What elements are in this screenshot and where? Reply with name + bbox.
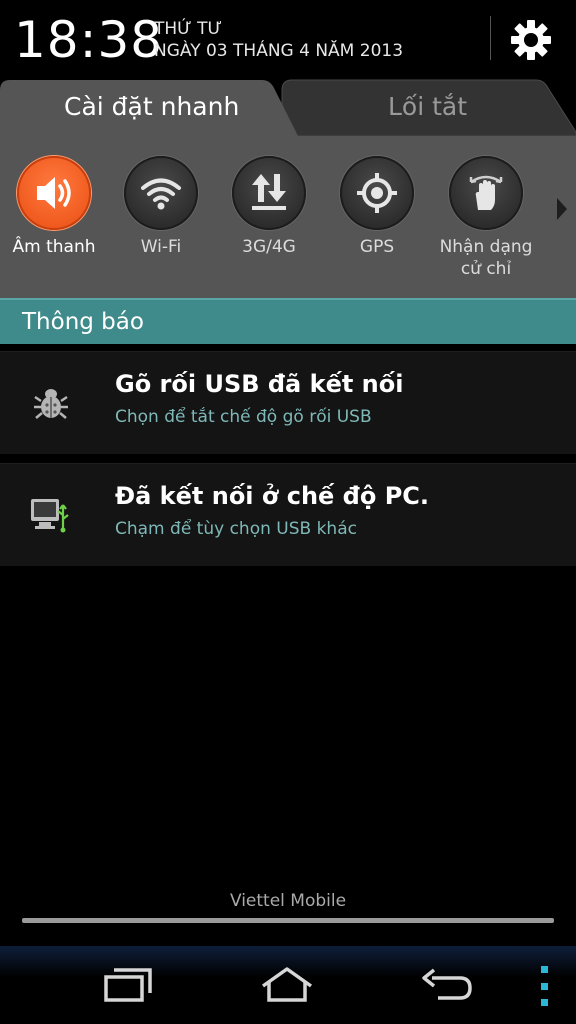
qs-gps-label: GPS (359, 237, 395, 257)
qs-gps[interactable]: GPS (323, 156, 431, 258)
header-divider (490, 16, 491, 60)
qs-sound-label: Âm thanh (12, 237, 96, 257)
date: NGÀY 03 THÁNG 4 NĂM 2013 (154, 41, 404, 61)
date-block: THỨ TƯ NGÀY 03 THÁNG 4 NĂM 2013 (154, 18, 403, 62)
settings-button[interactable] (504, 13, 558, 67)
clock: 18:38 (14, 11, 164, 69)
recent-apps-button[interactable] (88, 960, 168, 1010)
recent-apps-icon (104, 968, 152, 1002)
qs-wifi-toggle[interactable] (124, 156, 198, 230)
home-button[interactable] (247, 960, 327, 1010)
panel-drag-handle[interactable] (22, 918, 554, 923)
carrier-label: Viettel Mobile (229, 891, 347, 911)
qs-gesture-label: Nhận dạng cử chỉ (439, 237, 533, 279)
qs-sound-toggle[interactable] (17, 156, 91, 230)
qs-sound[interactable]: Âm thanh (0, 156, 108, 258)
wifi-icon (141, 178, 181, 210)
notification-icon (28, 380, 74, 426)
notification-usb-debug[interactable]: Gõ rối USB đã kết nối Chọn để tắt chế độ… (0, 351, 576, 454)
usb-pc-icon (31, 499, 69, 533)
tab-bar: Cài đặt nhanh Lối tắt (0, 76, 576, 136)
navigation-bar (0, 946, 576, 1024)
bug-icon (34, 389, 68, 419)
qs-wifi-label: Wi-Fi (140, 237, 182, 257)
notification-subtitle: Chọn để tắt chế độ gõ rối USB (115, 407, 372, 427)
qs-mobile-data[interactable]: 3G/4G (215, 156, 323, 258)
status-header: 18:38 THỨ TƯ NGÀY 03 THÁNG 4 NĂM 2013 (0, 0, 576, 78)
speaker-icon (37, 177, 71, 209)
notification-icon (28, 492, 74, 538)
tab-shortcuts[interactable]: Lối tắt (388, 92, 467, 122)
qs-wifi[interactable]: Wi-Fi (107, 156, 215, 258)
notification-usb-pc[interactable]: Đã kết nối ở chế độ PC. Chạm để tùy chọn… (0, 463, 576, 566)
qs-mobile-data-toggle[interactable] (232, 156, 306, 230)
qs-gps-toggle[interactable] (340, 156, 414, 230)
notification-title: Đã kết nối ở chế độ PC. (115, 482, 430, 510)
home-icon (261, 967, 313, 1002)
chevron-right-icon (557, 198, 567, 220)
notification-subtitle: Chạm để tùy chọn USB khác (115, 519, 357, 539)
gesture-hand-icon (469, 175, 503, 210)
quick-settings-panel: Âm thanh Wi-Fi 3G/4G GPS Nhận dạng cử ch… (0, 136, 576, 298)
back-button[interactable] (407, 960, 487, 1010)
qs-mobile-data-label: 3G/4G (242, 237, 296, 257)
gps-icon (357, 173, 397, 213)
notifications-title: Thông báo (22, 309, 144, 335)
notifications-header: Thông báo (0, 298, 576, 344)
notification-title: Gõ rối USB đã kết nối (115, 370, 404, 398)
gear-icon (511, 20, 551, 60)
weekday: THỨ TƯ (154, 19, 223, 39)
tab-quick-settings[interactable]: Cài đặt nhanh (64, 92, 239, 122)
qs-gesture[interactable]: Nhận dạng cử chỉ (432, 156, 540, 280)
qs-scroll-right[interactable] (552, 194, 572, 224)
qs-gesture-toggle[interactable] (449, 156, 523, 230)
back-icon (422, 968, 472, 1000)
overflow-menu-icon[interactable] (534, 966, 554, 1006)
data-arrows-icon (252, 174, 286, 210)
